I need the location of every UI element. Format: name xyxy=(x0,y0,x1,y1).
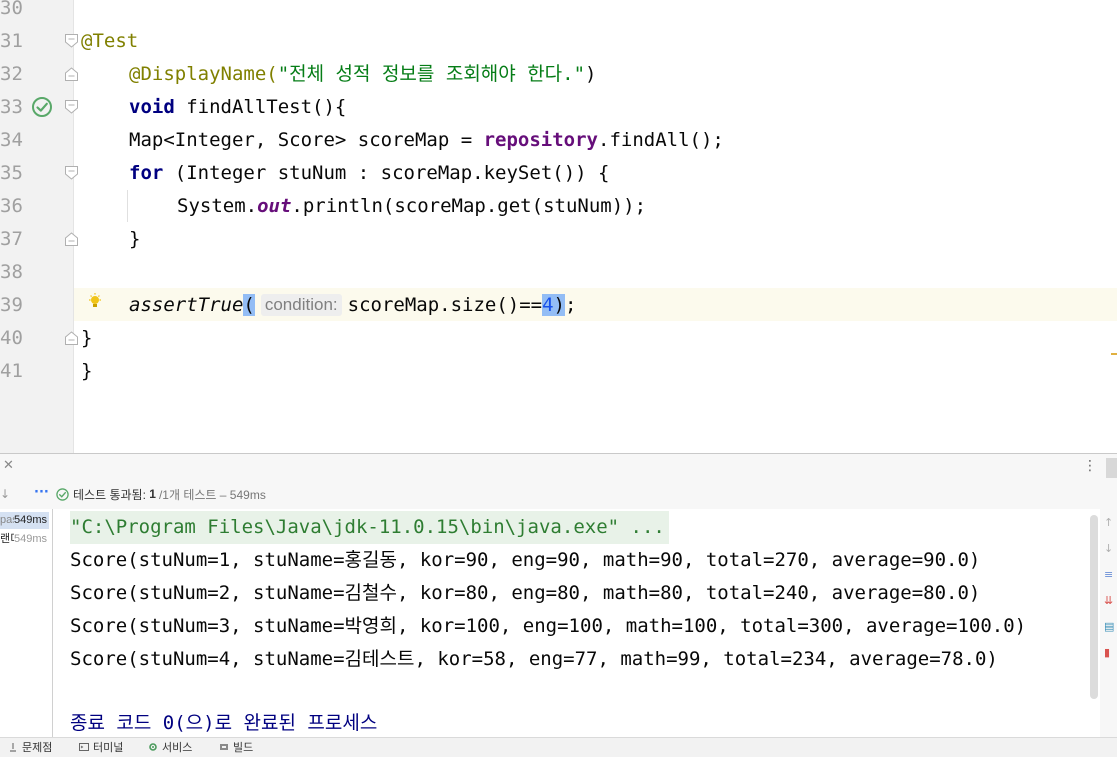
print-icon[interactable]: ▤ xyxy=(1104,621,1114,633)
fold-marker-icon[interactable] xyxy=(65,67,78,81)
scroll-to-end-icon[interactable]: ⇊ xyxy=(1104,595,1113,607)
line-number: 39 xyxy=(0,294,23,316)
code-line-32: @DisplayName("전체 성적 정보를 조회해야 한다.") xyxy=(129,63,597,85)
services-tab[interactable]: 서비스 xyxy=(148,740,192,754)
fold-marker-icon[interactable] xyxy=(65,232,78,246)
fold-marker-icon[interactable] xyxy=(65,166,78,180)
build-tab[interactable]: 빌드 xyxy=(219,740,253,754)
more-actions-button[interactable]: ··· xyxy=(34,485,49,500)
test-results-tree: pas549ms 랜디549ms xyxy=(0,509,53,737)
console-output[interactable]: "C:\Program Files\Java\jdk-11.0.15\bin\j… xyxy=(53,509,1099,737)
code-line-36: System.out.println(scoreMap.get(stuNum))… xyxy=(177,195,647,217)
problems-icon xyxy=(10,743,16,752)
arrow-down-icon[interactable]: ↓ xyxy=(0,487,10,501)
console-line: Score(stuNum=3, stuName=박영희, kor=100, en… xyxy=(70,615,1027,637)
line-number: 30 xyxy=(0,0,23,19)
line-number: 32 xyxy=(0,63,23,85)
code-line-34: Map<Integer, Score> scoreMap = repositor… xyxy=(129,129,724,151)
console-side-actions: ↑ ↓ ≡ ⇊ ▤ ▮ xyxy=(1100,509,1117,737)
test-summary: /1개 테스트 – 549ms xyxy=(158,487,266,502)
lightbulb-icon[interactable] xyxy=(88,293,102,311)
build-icon xyxy=(220,744,228,750)
console-line: Score(stuNum=4, stuName=김테스트, kor=58, en… xyxy=(70,648,998,670)
code-line-37: } xyxy=(129,228,141,250)
passed-count: 1 xyxy=(149,487,156,501)
line-number: 37 xyxy=(0,228,23,250)
code-line-39: assertTrue(condition: scoreMap.size()==4)… xyxy=(129,294,577,316)
code-line-35: for (Integer stuNum : scoreMap.keySet())… xyxy=(129,162,610,184)
console-line: Score(stuNum=2, stuName=김철수, kor=80, eng… xyxy=(70,582,981,604)
arrow-down-icon[interactable]: ↓ xyxy=(1104,543,1113,555)
arrow-up-icon[interactable]: ↑ xyxy=(1104,517,1113,529)
line-number: 36 xyxy=(0,195,23,217)
trash-icon[interactable]: ▮ xyxy=(1104,647,1110,659)
indent-guide xyxy=(127,190,128,222)
soft-wrap-icon[interactable]: ≡ xyxy=(1104,569,1113,581)
code-editor[interactable]: 30 31 32 33 34 35 36 37 38 39 40 41 @Tes… xyxy=(0,0,1117,453)
run-toolwindow-header xyxy=(0,454,1117,482)
problems-tab[interactable]: 문제점 xyxy=(8,740,52,754)
tree-item[interactable]: pas549ms xyxy=(0,512,49,529)
header-scroll-stub xyxy=(1106,458,1117,478)
line-number: 33 xyxy=(0,96,23,118)
console-scrollbar[interactable] xyxy=(1090,515,1098,699)
tree-item[interactable]: 랜디549ms xyxy=(0,531,47,548)
code-line-31: @Test xyxy=(81,30,139,52)
code-line-40: } xyxy=(81,327,93,349)
more-options-icon[interactable]: ⋮ xyxy=(1083,458,1097,474)
gear-icon xyxy=(149,743,157,751)
fold-marker-icon[interactable] xyxy=(65,331,78,345)
status-label: 테스트 통과됨: xyxy=(73,487,146,502)
line-number: 38 xyxy=(0,261,23,283)
test-passed-check-icon[interactable] xyxy=(31,96,53,118)
code-line-33: void findAllTest(){ xyxy=(129,96,347,118)
line-number: 31 xyxy=(0,30,23,52)
fold-marker-icon[interactable] xyxy=(65,34,78,48)
terminal-tab[interactable]: 터미널 xyxy=(79,740,123,754)
line-number: 41 xyxy=(0,360,23,382)
close-tab-icon[interactable]: ✕ xyxy=(3,458,14,474)
console-exit-message: 종료 코드 0(으)로 완료된 프로세스 xyxy=(70,712,378,734)
line-number: 34 xyxy=(0,129,23,151)
console-command-line: "C:\Program Files\Java\jdk-11.0.15\bin\j… xyxy=(70,511,669,544)
parameter-hint: condition: xyxy=(260,294,342,316)
check-circle-icon xyxy=(56,487,69,501)
test-status: 테스트 통과됨: 1/1개 테스트 – 549ms xyxy=(56,485,266,503)
line-number: 40 xyxy=(0,327,23,349)
line-number: 35 xyxy=(0,162,23,184)
code-line-41: } xyxy=(81,360,93,382)
fold-marker-icon[interactable] xyxy=(65,100,78,114)
error-stripe-mark xyxy=(1111,353,1117,355)
console-line: Score(stuNum=1, stuName=홍길동, kor=90, eng… xyxy=(70,549,981,571)
terminal-icon xyxy=(79,743,89,751)
